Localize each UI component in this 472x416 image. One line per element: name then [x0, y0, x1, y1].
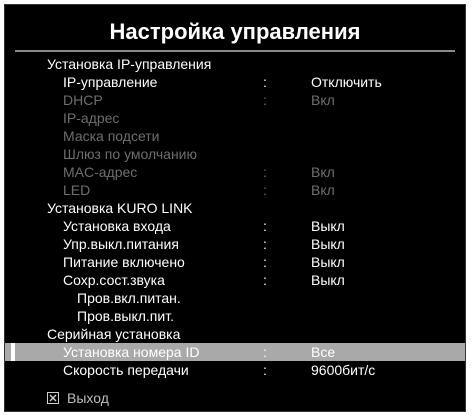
menu-item[interactable]: Сохр.сост.звука: Выкл [5, 271, 465, 289]
osd-menu-panel: Настройка управления Установка IP-управл… [4, 4, 466, 412]
menu-item-value: Вкл [311, 182, 335, 198]
menu-item[interactable]: Пров.вкл.питан. [5, 289, 465, 307]
exit-label: Выход [67, 390, 109, 406]
menu-item-value: Все [311, 344, 336, 360]
menu-item-label: Установка номера ID [63, 344, 200, 360]
menu-item-value: Вкл [311, 164, 335, 180]
menu-item[interactable]: Скорость передачи: 9600бит/с [5, 361, 465, 379]
menu-item: DHCP: Вкл [5, 91, 465, 109]
value-separator: : [263, 344, 267, 360]
menu-item-label: Упр.выкл.питания [63, 236, 179, 252]
menu-item-label: Пров.вкл.питан. [77, 290, 181, 306]
value-separator: : [263, 254, 267, 270]
value-separator: : [263, 164, 267, 180]
menu-item-label: Пров.выкл.пит. [77, 308, 174, 324]
value-separator: : [263, 236, 267, 252]
menu-item-value: Выкл [311, 218, 345, 234]
menu-item[interactable]: Установка входа: Выкл [5, 217, 465, 235]
menu-item[interactable]: Упр.выкл.питания: Выкл [5, 235, 465, 253]
menu-item: Шлюз по умолчанию [5, 145, 465, 163]
menu-item-label: Установка IP-управления [47, 56, 212, 72]
menu-item-label: Сохр.сост.звука [63, 272, 165, 288]
value-separator: : [263, 362, 267, 378]
menu-item-label: DHCP [63, 92, 103, 108]
menu-item-label: Питание включено [63, 254, 185, 270]
title-divider [15, 50, 455, 52]
menu-item: LED: Вкл [5, 181, 465, 199]
menu-item-value: Вкл [311, 92, 335, 108]
menu-section-header: Серийная установка [5, 325, 465, 343]
menu-item[interactable]: Установка номера ID: Все [5, 343, 465, 361]
menu-section-header: Установка IP-управления [5, 55, 465, 73]
menu-item-label: IP-адрес [63, 110, 120, 126]
menu-item: MAC-адрес: Вкл [5, 163, 465, 181]
menu-section-header: Установка KURO LINK [5, 199, 465, 217]
menu-item: IP-адрес [5, 109, 465, 127]
menu-item-label: LED [63, 182, 91, 198]
value-separator: : [263, 218, 267, 234]
menu-item-value: Выкл [311, 272, 345, 288]
menu-item-label: IP-управление [63, 74, 158, 90]
menu-item-label: Скорость передачи [63, 362, 189, 378]
menu-item-label: Серийная установка [47, 326, 181, 342]
selection-marker [11, 343, 15, 361]
menu-item[interactable]: Питание включено: Выкл [5, 253, 465, 271]
menu-item-value: Отключить [311, 74, 382, 90]
close-box-icon [47, 392, 59, 404]
value-separator: : [263, 92, 267, 108]
value-separator: : [263, 182, 267, 198]
exit-button[interactable]: Выход [47, 389, 109, 407]
menu-item-value: Выкл [311, 236, 345, 252]
menu-item-value: Выкл [311, 254, 345, 270]
menu-item-value: 9600бит/с [311, 362, 376, 378]
menu-title: Настройка управления [109, 19, 361, 44]
menu-item[interactable]: Пров.выкл.пит. [5, 307, 465, 325]
menu-item-label: Маска подсети [63, 128, 160, 144]
menu-item-label: Установка KURO LINK [47, 200, 193, 216]
menu-item-label: Установка входа [63, 218, 171, 234]
menu-item[interactable]: IP-управление: Отключить [5, 73, 465, 91]
value-separator: : [263, 74, 267, 90]
menu-item-label: MAC-адрес [63, 164, 138, 180]
value-separator: : [263, 272, 267, 288]
menu-item: Маска подсети [5, 127, 465, 145]
menu-item-label: Шлюз по умолчанию [63, 146, 198, 162]
